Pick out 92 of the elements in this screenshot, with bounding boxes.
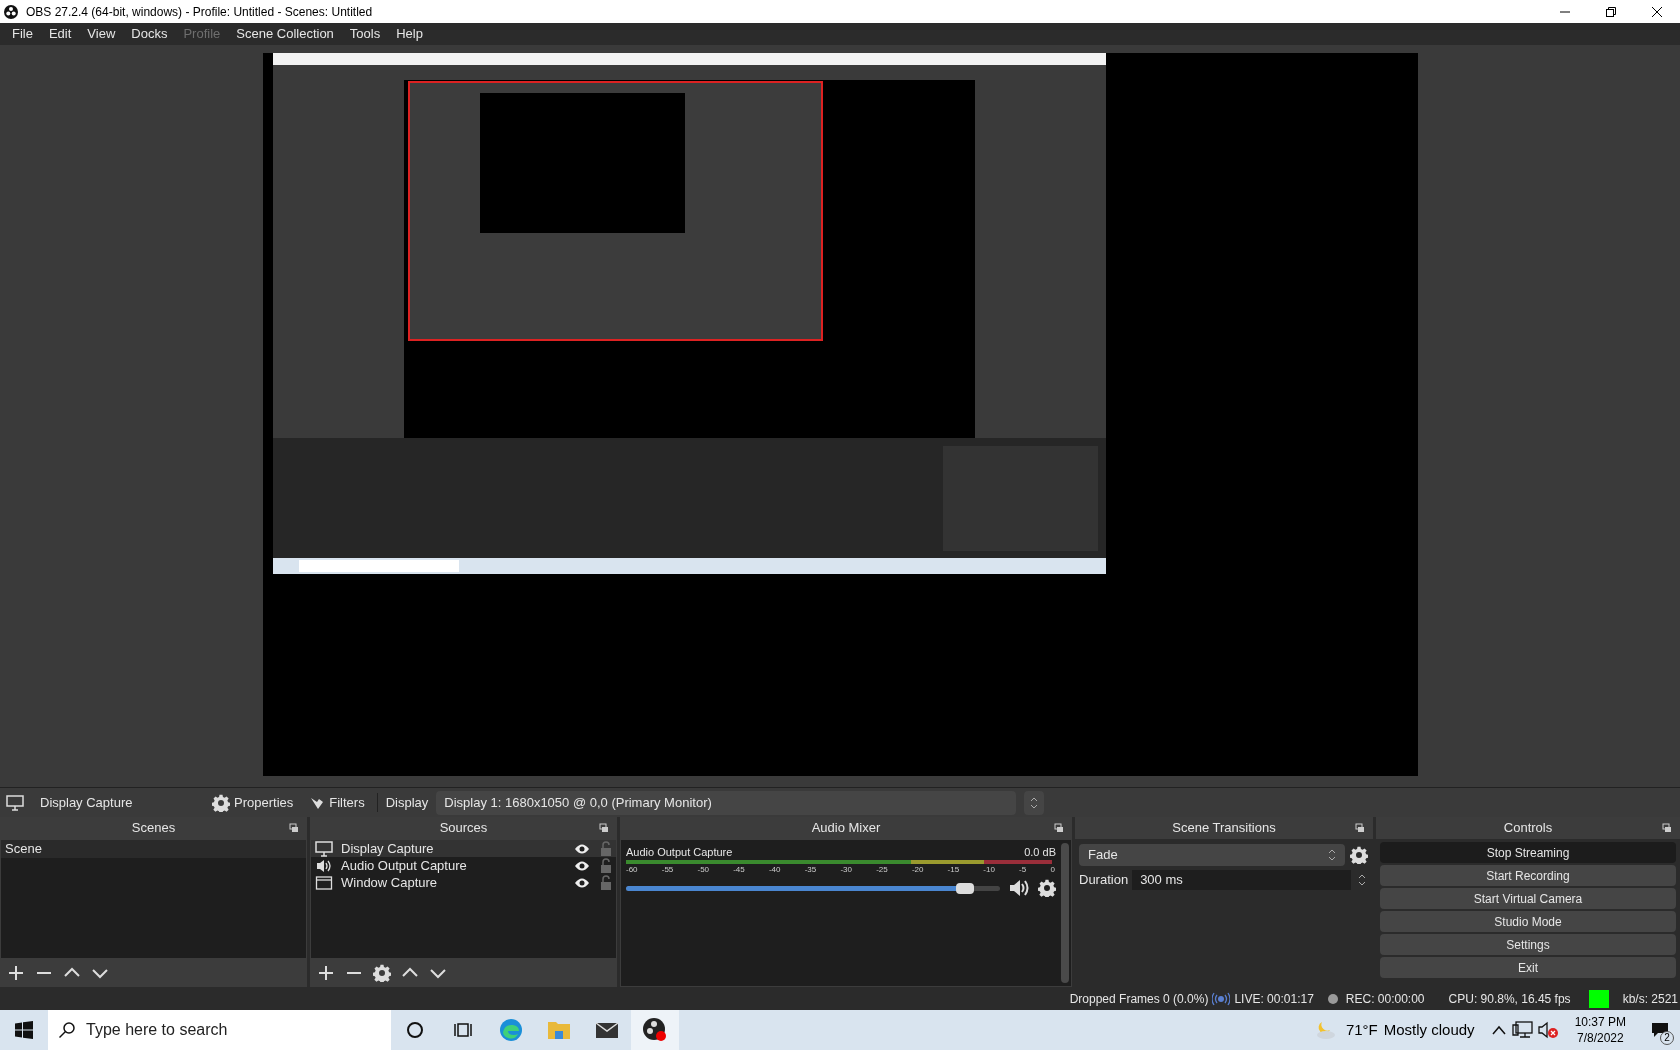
scale-label: -55 [661,864,674,876]
scale-label: -20 [911,864,924,876]
scale-label: -45 [733,864,745,876]
menu-item[interactable]: File [4,24,41,44]
notification-count: 2 [1660,1031,1674,1045]
scale-label: -15 [947,864,960,876]
filters-button[interactable]: Filters [305,790,369,815]
duration-label: Duration [1079,871,1129,890]
slider-handle[interactable] [955,882,974,894]
control-button[interactable]: Settings [1380,934,1676,955]
settings-icon[interactable] [1038,879,1056,897]
monitor-icon [315,840,333,857]
speaker-icon[interactable] [1008,878,1030,898]
scale-label: -10 [983,864,995,876]
clock-time[interactable]: 10:37 PM [1574,1014,1626,1030]
add-icon[interactable] [6,963,26,983]
search-field[interactable]: Type here to search [48,1010,391,1050]
lock-icon[interactable] [600,874,612,891]
undock-icon[interactable] [289,823,299,833]
eye-icon[interactable] [574,842,590,855]
bitrate: kb/s: 2521 [1622,990,1678,1008]
source-label: Audio Output Capture [341,856,468,875]
settings-icon [212,793,230,812]
scrollbar[interactable] [1061,843,1069,983]
record-dot-icon [1327,993,1338,1004]
weather-text: Mostly cloudy [1383,1019,1475,1040]
rec-time: REC: 00:00:00 [1345,990,1425,1008]
channel-name: Audio Output Capture [626,845,733,858]
control-button[interactable]: Studio Mode [1380,911,1676,932]
scale-label: -50 [697,864,710,876]
undock-icon[interactable] [1355,823,1365,833]
cpu-usage: CPU: 90.8%, 16.45 fps [1448,990,1571,1008]
dock-title: Controls [1503,819,1553,838]
search-icon [58,1021,76,1039]
control-button[interactable]: Start Virtual Camera [1380,888,1676,909]
scale-label: -5 [1019,864,1027,876]
scene-item[interactable]: Scene [1,840,306,858]
broadcast-icon [1212,991,1231,1006]
control-button[interactable]: Start Recording [1380,865,1676,886]
window-title: OBS 27.2.4 (64-bit, windows) - Profile: Untitled - Scenes: Untitled [26,3,374,21]
source-label: Window Capture [341,873,439,892]
source-row[interactable]: Display Capture [311,840,616,857]
dock-title: Audio Mixer [811,819,881,838]
stream-health-indicator [1588,989,1609,1008]
undock-icon[interactable] [1662,823,1672,833]
scale-label: -25 [876,864,888,876]
control-button[interactable]: Stop Streaming [1380,842,1676,863]
channel-reading: 0.0 dB [1024,845,1056,858]
window-icon [315,874,333,891]
temperature: 71°F [1345,1019,1378,1040]
app-logo-icon [4,4,18,19]
menu-item[interactable]: Edit [40,24,80,44]
live-time: LIVE: 00:01:17 [1234,990,1314,1008]
volume-slider[interactable] [626,885,1000,891]
clock-date[interactable]: 7/8/2022 [1576,1030,1624,1046]
settings-icon[interactable] [1349,846,1369,864]
speaker-icon [315,857,333,874]
dropped-frames: Dropped Frames 0 (0.0%) [1069,989,1209,1008]
properties-button[interactable]: Properties [208,790,298,815]
dock-title: Sources [439,819,488,838]
undock-icon[interactable] [1054,823,1064,833]
menu-item[interactable]: Help [388,24,431,44]
menu-item[interactable]: View [79,24,124,44]
scale-label: -30 [840,864,852,876]
recorder-app-icon[interactable] [631,1010,679,1050]
scale-label: -35 [804,864,817,876]
notifications-button[interactable]: 2 [1640,1010,1680,1050]
duration-field[interactable]: 300 ms [1132,870,1351,890]
undock-icon[interactable] [599,823,609,833]
source-label: Display Capture [341,839,435,858]
settings-icon[interactable] [372,963,392,983]
scale-label: -60 [626,864,638,876]
eye-icon[interactable] [574,859,590,872]
spinner-arrows-icon [1328,848,1336,862]
dock-title: Scenes [131,819,176,838]
property-label: Display [376,792,429,813]
source-name: Display Capture [40,793,134,812]
menu-item[interactable]: Tools [341,24,389,44]
dock-title: Scene Transitions [1172,819,1276,838]
add-icon[interactable] [316,963,336,983]
menu-item[interactable]: Docks [123,24,176,44]
monitor-icon [6,794,24,811]
transition-dropdown[interactable]: Fade [1079,844,1345,866]
scale-label: 0 [1050,864,1055,876]
network-icon[interactable] [1510,1021,1535,1039]
display-dropdown[interactable]: Display 1: 1680x1050 @ 0,0 (Primary Monitor) [436,790,1017,815]
lock-icon[interactable] [600,857,612,874]
spinner-arrows-icon[interactable] [1024,790,1045,815]
menu-item[interactable]: Scene Collection [228,24,342,44]
scale-label: -40 [768,864,781,876]
control-button[interactable]: Exit [1380,957,1676,978]
eye-icon[interactable] [574,876,590,889]
